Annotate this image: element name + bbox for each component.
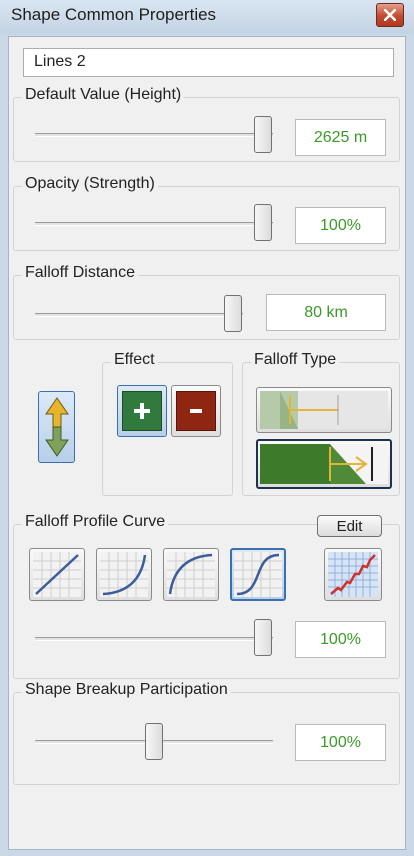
falloff-profile-input[interactable]: 100% xyxy=(295,621,386,658)
opacity-group: Opacity (Strength) 100% xyxy=(13,175,400,251)
default-value-input[interactable]: 2625 m xyxy=(295,119,386,156)
properties-panel: Lines 2 Default Value (Height) 2625 m Op… xyxy=(8,36,406,850)
falloff-profile-slider-track[interactable] xyxy=(35,637,273,641)
close-button[interactable] xyxy=(376,3,404,27)
plus-icon xyxy=(122,391,162,431)
falloff-distance-group: Falloff Distance 80 km xyxy=(13,264,400,340)
curve-ease-in-button[interactable] xyxy=(96,548,152,601)
opacity-slider-track[interactable] xyxy=(35,222,273,226)
default-value-slider-thumb[interactable] xyxy=(254,116,272,153)
effect-label: Effect xyxy=(111,351,158,369)
close-icon xyxy=(384,9,396,21)
falloff-type-group: Falloff Type xyxy=(242,351,400,496)
linear-curve-icon xyxy=(33,552,81,597)
opacity-label: Opacity (Strength) xyxy=(22,175,158,193)
window-title: Shape Common Properties xyxy=(11,5,217,24)
edit-curve-button[interactable]: Edit xyxy=(317,515,382,537)
curve-linear-button[interactable] xyxy=(29,548,85,601)
falloff-distance-input[interactable]: 80 km xyxy=(266,294,386,331)
curve-custom-button[interactable] xyxy=(324,548,382,601)
curve-ease-out-button[interactable] xyxy=(163,548,219,601)
shape-breakup-label: Shape Breakup Participation xyxy=(22,681,231,699)
curve-s-button[interactable] xyxy=(230,548,286,601)
effect-subtract-button[interactable] xyxy=(171,385,221,437)
falloff-distance-slider-track[interactable] xyxy=(35,313,243,317)
falloff-type-label: Falloff Type xyxy=(251,351,340,369)
title-bar: Shape Common Properties xyxy=(0,0,414,34)
effect-group: Effect xyxy=(102,351,233,496)
direction-toggle-button[interactable] xyxy=(38,391,75,463)
falloff-profile-slider-thumb[interactable] xyxy=(254,619,272,656)
falloff-profile-group: Falloff Profile Curve 100% xyxy=(13,513,400,679)
ease-in-curve-icon xyxy=(100,552,148,597)
default-value-group: Default Value (Height) 2625 m xyxy=(13,86,400,162)
minus-icon xyxy=(176,391,216,431)
s-curve-icon xyxy=(234,552,282,597)
shape-breakup-group: Shape Breakup Participation 100% xyxy=(13,681,400,785)
ease-out-curve-icon xyxy=(167,552,215,597)
default-value-slider-track[interactable] xyxy=(35,133,273,137)
falloff-distance-label: Falloff Distance xyxy=(22,264,138,282)
falloff-type-outside-button[interactable] xyxy=(256,439,392,489)
shape-breakup-slider-thumb[interactable] xyxy=(145,723,163,760)
up-down-arrows-icon xyxy=(44,397,69,457)
default-value-label: Default Value (Height) xyxy=(22,86,185,104)
falloff-inside-icon xyxy=(260,391,388,429)
custom-curve-icon xyxy=(328,552,378,597)
falloff-distance-slider-thumb[interactable] xyxy=(224,295,242,332)
falloff-outside-icon xyxy=(260,444,388,484)
falloff-profile-label: Falloff Profile Curve xyxy=(22,513,169,531)
shape-breakup-input[interactable]: 100% xyxy=(295,724,386,761)
opacity-input[interactable]: 100% xyxy=(295,207,386,244)
effect-add-button[interactable] xyxy=(117,385,167,437)
opacity-slider-thumb[interactable] xyxy=(254,204,272,241)
shape-name-field[interactable]: Lines 2 xyxy=(23,48,394,77)
falloff-type-inside-button[interactable] xyxy=(256,387,392,433)
